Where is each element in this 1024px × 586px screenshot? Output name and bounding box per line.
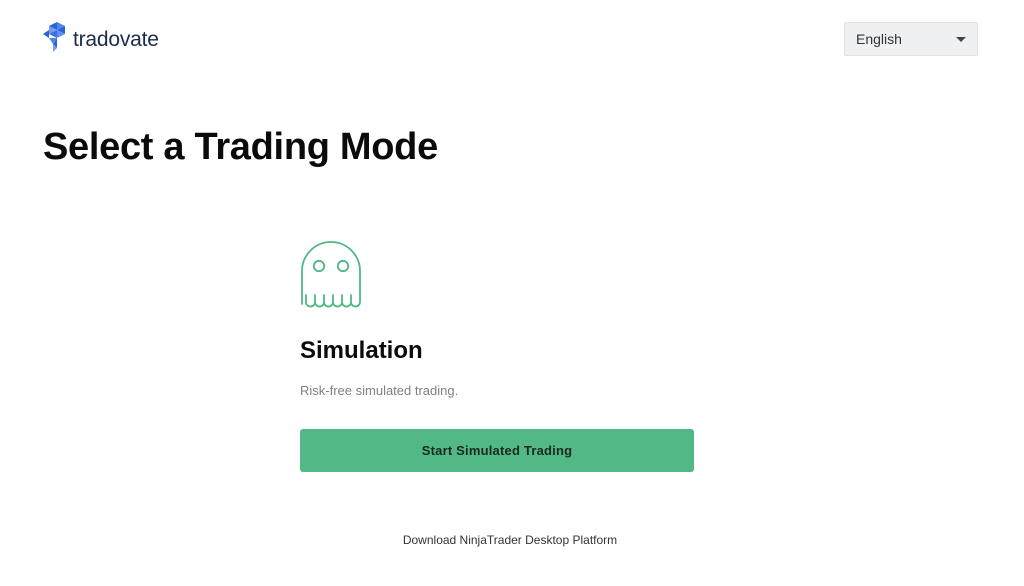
language-select[interactable]: English xyxy=(844,22,978,56)
language-selected-value: English xyxy=(856,31,902,47)
tradovate-logo[interactable]: tradovate xyxy=(43,22,159,54)
page-title: Select a Trading Mode xyxy=(43,126,438,168)
simulation-mode-card: Simulation Risk-free simulated trading. … xyxy=(300,240,694,472)
start-simulated-trading-button[interactable]: Start Simulated Trading xyxy=(300,429,694,472)
ghost-icon xyxy=(301,241,361,308)
caret-down-icon xyxy=(956,36,966,42)
logo-wordmark: tradovate xyxy=(73,28,159,51)
page: tradovate English Select a Trading Mode … xyxy=(0,0,1024,586)
mode-title: Simulation xyxy=(300,337,423,364)
mode-description: Risk-free simulated trading. xyxy=(300,383,459,398)
tradovate-logo-icon xyxy=(43,22,65,52)
download-ninjatrader-link[interactable]: Download NinjaTrader Desktop Platform xyxy=(0,533,1020,547)
